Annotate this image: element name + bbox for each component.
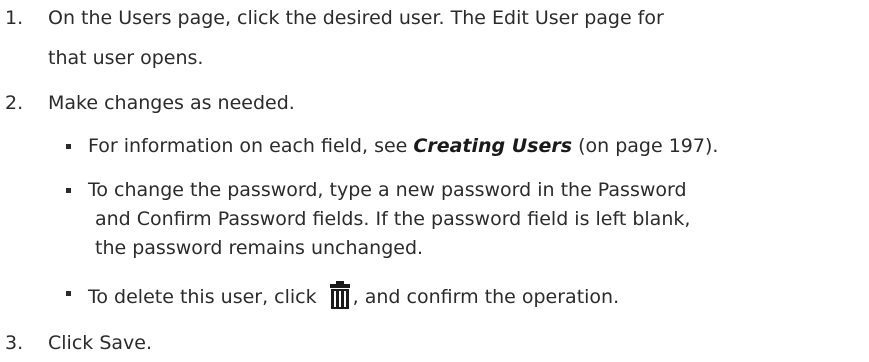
delete-suffix: , and confirm the operation. <box>352 286 620 308</box>
bullet-password: To change the password, type a new passw… <box>0 178 869 202</box>
step-3: 3. Click Save. <box>0 331 869 355</box>
bullet-password-line-3: the password remains unchanged. <box>95 237 424 259</box>
bullet-password-line-2: and Confirm Password fields. If the pass… <box>95 208 691 230</box>
step-1-continuation: that user opens. <box>48 46 203 70</box>
bullet-password-continuation-1: and Confirm Password fields. If the pass… <box>95 207 690 231</box>
bullet-password-line-1: To change the password, type a new passw… <box>88 179 687 201</box>
step-2-number: 2. <box>5 92 24 114</box>
bullet-field-info-text: For information on each field, see Creat… <box>88 134 718 158</box>
trash-icon[interactable] <box>329 281 351 315</box>
creating-users-link[interactable]: Creating Users <box>413 135 572 157</box>
step-2: 2. Make changes as needed. <box>0 91 869 115</box>
step-3-number: 3. <box>5 332 24 354</box>
instruction-document: 1. On the Users page, click the desired … <box>0 0 869 362</box>
step-2-text: Make changes as needed. <box>48 92 295 114</box>
field-info-prefix: For information on each field, see <box>88 135 414 157</box>
field-info-suffix: (on page 197). <box>572 135 719 157</box>
bullet-field-info: For information on each field, see Creat… <box>0 134 869 158</box>
bullet-delete-text: To delete this user, click , and confirm… <box>88 281 619 315</box>
delete-prefix: To delete this user, click <box>88 286 323 308</box>
step-1-text-line-1: On the Users page, click the desired use… <box>48 7 664 29</box>
step-1-text-line-2: that user opens. <box>48 47 204 69</box>
bullet-marker <box>66 144 71 149</box>
bullet-marker <box>66 291 71 296</box>
bullet-marker <box>66 188 71 193</box>
step-1: 1. On the Users page, click the desired … <box>0 6 869 30</box>
step-3-text: Click Save. <box>48 332 152 354</box>
bullet-password-continuation-2: the password remains unchanged. <box>95 236 423 260</box>
bullet-delete: To delete this user, click , and confirm… <box>0 281 869 311</box>
step-1-number: 1. <box>5 7 24 29</box>
